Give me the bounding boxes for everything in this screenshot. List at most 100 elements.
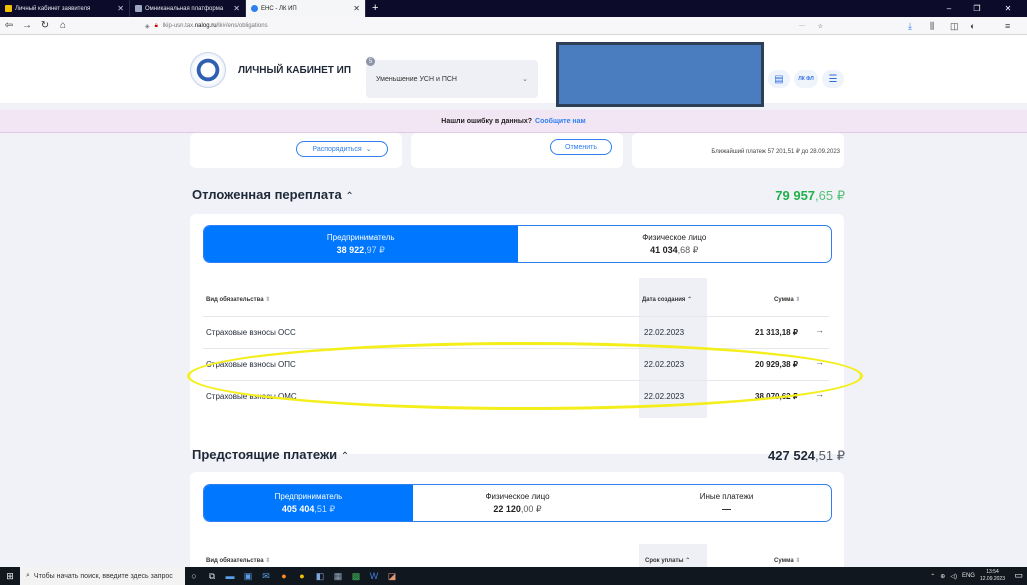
url-prefix: lkip-usn.tax. xyxy=(162,23,195,29)
system-tray: ⌃ ⊕ ◁) ENG 13:54 12.09.2023 xyxy=(930,567,1005,585)
cancel-button[interactable]: Отменить xyxy=(550,139,612,155)
segment-individual[interactable]: Физическое лицо 22 120,00 ₽ xyxy=(413,485,622,521)
browser-nav-bar: ⇦ → ↻ ⌂ ◈ 🔒︎ lkip-usn.tax. nalog.ru/lk#/e… xyxy=(0,17,1027,35)
clock[interactable]: 13:54 12.09.2023 xyxy=(980,569,1005,583)
close-icon[interactable]: ✕ xyxy=(117,4,124,13)
error-report-banner: Нашли ошибку в данных? Сообщите нам xyxy=(0,110,1027,133)
deferred-total: 79 957,65 ₽ xyxy=(775,188,845,204)
excel-icon[interactable]: ▩ xyxy=(347,567,365,585)
library-icon[interactable]: ⫼ xyxy=(930,17,934,35)
upcoming-title-text: Предстоящие платежи xyxy=(192,447,338,462)
new-tab-button[interactable]: + xyxy=(366,0,384,17)
clock-date: 12.09.2023 xyxy=(979,576,1005,582)
fns-emblem-logo[interactable] xyxy=(190,52,226,88)
windows-taskbar: ⊞ ⌕ Чтобы начать поиск, введите здесь за… xyxy=(0,567,1027,585)
segment-amount-frac: ,68 ₽ xyxy=(677,244,699,255)
column-header-due-date[interactable]: Срок уплаты ⌃ xyxy=(645,557,690,564)
segment-label: Иные платежи xyxy=(699,492,754,501)
sort-icon: ⇕ xyxy=(265,558,271,564)
segment-amount-frac: ,97 ₽ xyxy=(364,244,385,255)
close-icon[interactable]: ✕ xyxy=(233,4,240,13)
home-icon[interactable]: ⌂ xyxy=(54,17,72,35)
firefox-icon[interactable]: ● xyxy=(275,567,293,585)
amount-frac: ,51 ₽ xyxy=(815,448,845,463)
dispose-button[interactable]: Распорядиться ⌄ xyxy=(296,141,388,157)
forward-icon[interactable]: → xyxy=(18,17,36,35)
mail-icon[interactable]: ✉ xyxy=(257,567,275,585)
app-icon[interactable]: ◪ xyxy=(383,567,401,585)
upcoming-section-title[interactable]: Предстоящие платежи ⌃ xyxy=(192,447,349,462)
bookmark-star-icon[interactable]: ☆ xyxy=(818,23,823,30)
segment-entrepreneur[interactable]: Предприниматель 38 922,97 ₽ xyxy=(204,226,518,262)
arrow-right-icon[interactable]: → xyxy=(815,325,824,335)
column-header-obligation[interactable]: Вид обязательства ⇕ xyxy=(206,557,270,564)
favicon-icon xyxy=(251,5,258,12)
segment-entrepreneur[interactable]: Предприниматель 405 404,51 ₽ xyxy=(204,485,413,521)
address-bar[interactable]: ◈ 🔒︎ lkip-usn.tax. nalog.ru/lk#/ens/oblig… xyxy=(145,19,825,33)
url-path: /lk#/ens/obligations xyxy=(216,23,268,29)
browser-tab-bar: Личный кабинет заявителя ✕ Омниканальная… xyxy=(0,0,1027,17)
column-header-sum[interactable]: Сумма ⇕ xyxy=(774,296,800,303)
mode-select[interactable]: Уменьшение УСН и ПСН ⌄ xyxy=(366,60,538,98)
calculator-icon[interactable]: ▦ xyxy=(329,567,347,585)
deferred-title-text: Отложенная переплата xyxy=(192,187,342,202)
report-link[interactable]: Сообщите нам xyxy=(535,118,586,125)
search-placeholder: Чтобы начать поиск, введите здесь запрос xyxy=(33,572,173,580)
window-close-button[interactable]: ✕ xyxy=(994,0,1022,17)
download-icon[interactable]: ⤓ xyxy=(908,17,912,35)
app-icon[interactable]: ◧ xyxy=(311,567,329,585)
tab-omnichannel[interactable]: Омниканальная платформа ✕ xyxy=(130,0,246,17)
reload-icon[interactable]: ↻ xyxy=(36,17,54,35)
brand-title[interactable]: ЛИЧНЫЙ КАБИНЕТ ИП xyxy=(238,65,351,76)
extension-icon[interactable]: ◐ xyxy=(970,17,975,35)
page-actions-icon[interactable]: ··· xyxy=(799,23,805,29)
tab-applicant-cabinet[interactable]: Личный кабинет заявителя ✕ xyxy=(0,0,130,17)
burger-menu-icon[interactable]: ☰ xyxy=(822,70,844,88)
chat-icon[interactable]: ▤ xyxy=(768,70,790,88)
minimize-button[interactable]: – xyxy=(935,0,963,17)
sidebar-icon[interactable]: ◫ xyxy=(950,17,959,35)
language-indicator[interactable]: ENG xyxy=(962,573,975,579)
file-explorer-icon[interactable]: ▬ xyxy=(221,567,239,585)
segment-label: Физическое лицо xyxy=(485,491,550,501)
volume-icon[interactable]: ◁) xyxy=(950,573,957,580)
store-icon[interactable]: ▣ xyxy=(239,567,257,585)
banner-text: Нашли ошибку в данных? xyxy=(441,117,533,125)
word-icon[interactable]: W xyxy=(365,567,383,585)
close-icon[interactable]: ✕ xyxy=(353,4,360,13)
tab-ens[interactable]: ЕНС - ЛК ИП ✕ xyxy=(246,0,366,17)
url-domain: nalog.ru xyxy=(194,23,217,29)
column-header-sum[interactable]: Сумма ⇕ xyxy=(774,557,800,564)
lk-fl-link[interactable]: ЛК ФЛ xyxy=(794,70,818,88)
task-view-icon[interactable]: ⧉ xyxy=(203,567,221,585)
dispose-label: Распорядиться xyxy=(312,145,362,153)
windows-start-icon[interactable]: ⊞ xyxy=(0,567,20,585)
back-icon[interactable]: ⇦ xyxy=(0,17,18,35)
notifications-icon[interactable]: ▭ xyxy=(1014,570,1023,581)
menu-icon[interactable]: ≡ xyxy=(1005,17,1010,35)
column-header-created[interactable]: Дата создания ⌃ xyxy=(642,296,692,303)
amount-frac: ,65 ₽ xyxy=(815,188,845,203)
amount-int: 427 524 xyxy=(768,448,816,463)
segment-amount: 22 120 xyxy=(493,503,521,514)
column-label: Вид обязательства xyxy=(206,558,264,564)
cortana-icon[interactable]: ○ xyxy=(185,567,203,585)
segment-label: Предприниматель xyxy=(274,491,343,501)
chevron-up-icon: ⌃ xyxy=(340,451,350,462)
row-date: 22.02.2023 xyxy=(644,328,685,337)
chevron-up-icon[interactable]: ⌃ xyxy=(930,573,935,580)
chevron-down-icon: ⌄ xyxy=(522,76,528,83)
column-label: Срок уплаты xyxy=(645,558,684,564)
deferred-section-title[interactable]: Отложенная переплата ⌃ xyxy=(192,187,354,202)
deferred-segment-control: Предприниматель 38 922,97 ₽ Физическое л… xyxy=(203,225,832,263)
segment-amount: — xyxy=(722,504,731,514)
column-label: Дата создания xyxy=(642,297,686,303)
maximize-button[interactable]: ❐ xyxy=(963,0,991,17)
column-header-obligation[interactable]: Вид обязательства ⇕ xyxy=(206,296,270,303)
segment-individual[interactable]: Физическое лицо 41 034,68 ₽ xyxy=(518,226,832,262)
network-icon[interactable]: ⊕ xyxy=(940,573,945,580)
segment-other[interactable]: Иные платежи — xyxy=(622,485,831,521)
segment-amount: 38 922 xyxy=(336,244,365,255)
chrome-icon[interactable]: ● xyxy=(293,567,311,585)
taskbar-search[interactable]: ⌕ Чтобы начать поиск, введите здесь запр… xyxy=(20,567,185,585)
